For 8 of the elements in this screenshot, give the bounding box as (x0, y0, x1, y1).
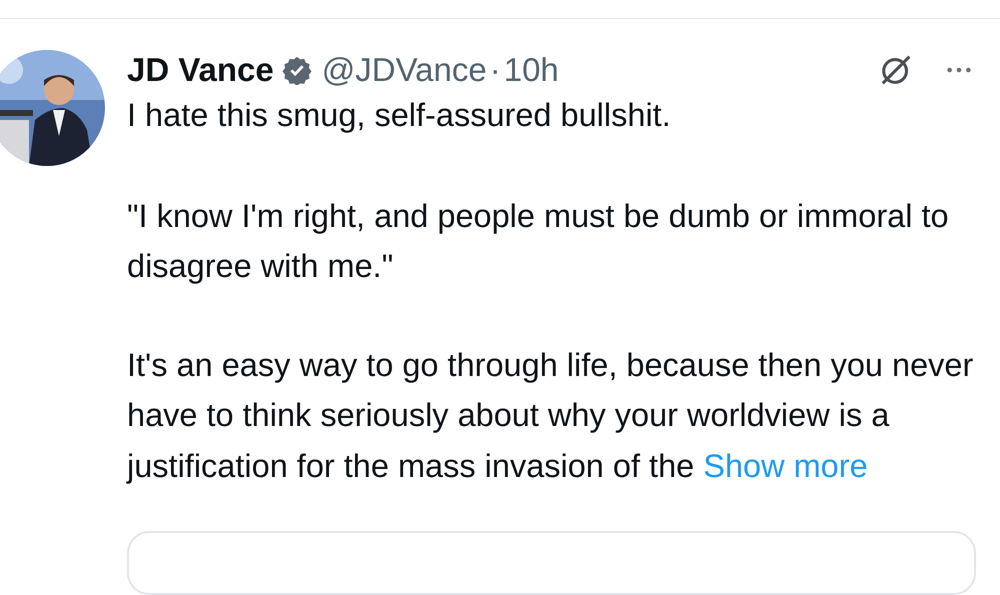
author-name[interactable]: JD Vance (127, 51, 274, 89)
post-text: "I know I'm right, and people must be dumb or immoral to disagree with me." (127, 196, 950, 286)
author-handle[interactable]: @JDVance (322, 51, 487, 89)
post-time[interactable]: 10h (504, 51, 559, 89)
separator-dot: · (490, 51, 501, 89)
more-options-icon[interactable] (946, 66, 972, 74)
post-text: It's an easy way to go through life, because then you never have to think seriously about why your worldview is a justification for the mass invasion of the Show more (127, 346, 974, 486)
post-text: I hate this smug, self-assured bullshit. (127, 96, 672, 135)
